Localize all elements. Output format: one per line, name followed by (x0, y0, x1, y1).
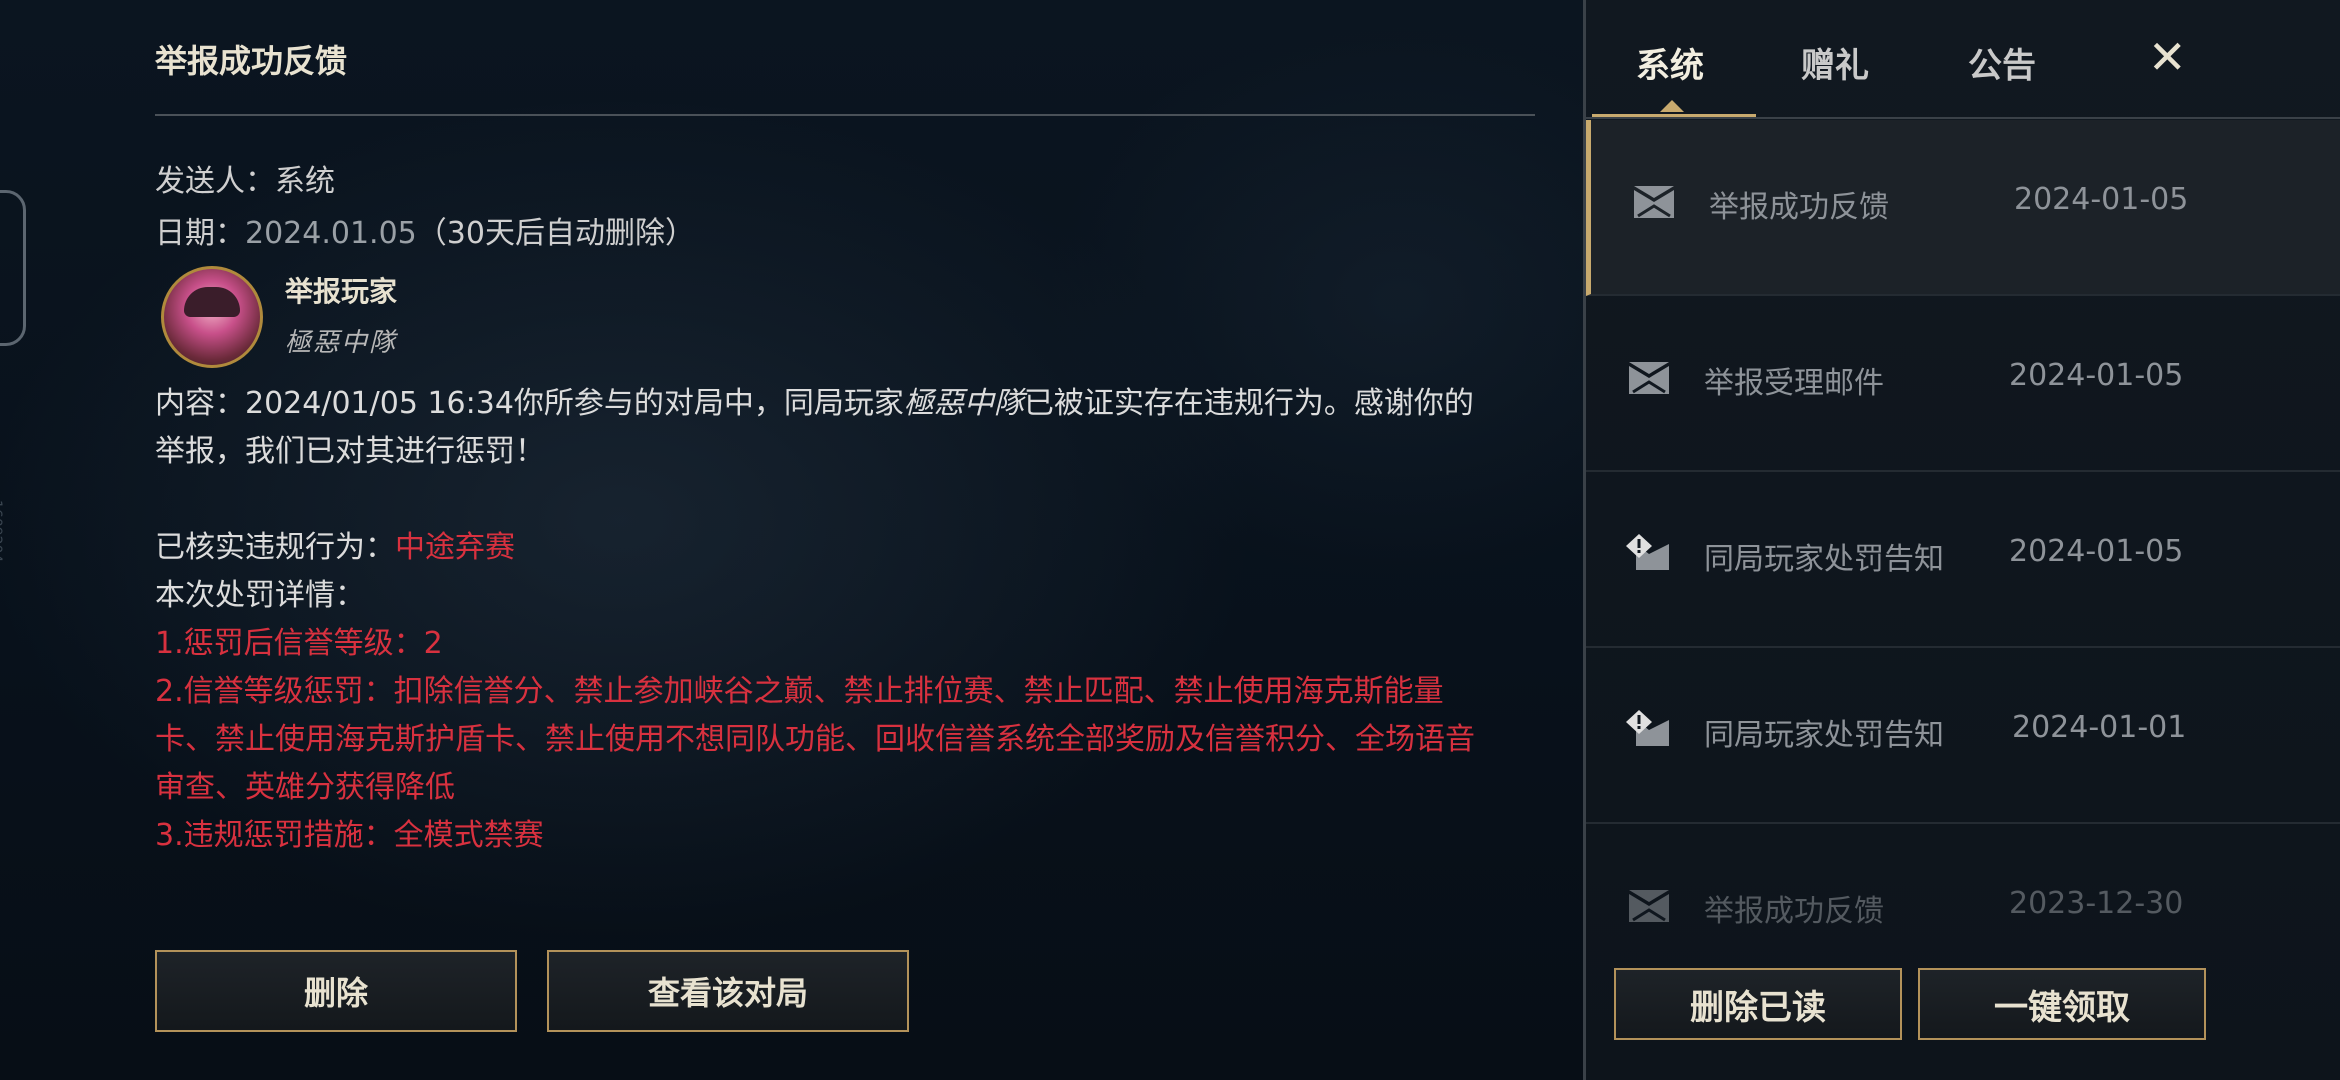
mail-item-title: 举报成功反馈 (1709, 190, 1889, 225)
tab-system[interactable]: 系统 (1636, 38, 1704, 87)
hexagon-frame-icon (0, 190, 26, 346)
mail-list-item[interactable]: 举报受理邮件 2024-01-05 (1586, 296, 2340, 472)
sender-value: 系统 (275, 164, 335, 199)
verified-row: 已核实违规行为：中途弃赛 (155, 524, 1495, 572)
tab-bar: 系统 赠礼 公告 ✕ (1586, 0, 2340, 119)
mail-list-item[interactable]: 同局玩家处罚告知 2024-01-05 (1586, 472, 2340, 648)
mail-list-item[interactable]: 同局玩家处罚告知 2024-01-01 (1586, 648, 2340, 824)
tabs-divider (1586, 117, 2340, 119)
content-player-name: 極惡中隊 (903, 386, 1024, 421)
mail-item-title: 同局玩家处罚告知 (1704, 542, 1944, 577)
mail-list-panel: 系统 赠礼 公告 ✕ 举报成功反馈 2024-01-05 举报受理邮件 2024… (1583, 0, 2340, 1080)
mail-item-date: 2024-01-05 (2009, 534, 2184, 569)
details-label: 本次处罚详情： (155, 578, 365, 613)
claim-all-button[interactable]: 一键领取 (1918, 968, 2206, 1040)
divider (155, 114, 1535, 116)
sender-row: 发送人：系统 (155, 156, 335, 200)
mail-list-item[interactable]: 举报成功反馈 2024-01-05 (1586, 120, 2340, 296)
mail-item-date: 2024-01-01 (2012, 710, 2187, 745)
warning-envelope-icon (1626, 710, 1669, 746)
mail-item-title: 同局玩家处罚告知 (1704, 718, 1944, 753)
active-tab-caret-icon (1660, 100, 1684, 112)
mail-item-date: 2023-12-30 (2009, 886, 2184, 921)
sender-label: 发送人： (155, 164, 275, 199)
envelope-icon (1629, 362, 1669, 394)
penalty-detail-3: 3.违规惩罚措施：全模式禁赛 (155, 818, 544, 853)
mail-title: 举报成功反馈 (155, 42, 348, 80)
verified-value: 中途弃赛 (395, 530, 515, 565)
envelope-icon (1629, 890, 1669, 922)
player-avatar[interactable] (161, 266, 263, 368)
mail-item-date: 2024-01-05 (2009, 358, 2184, 393)
delete-button[interactable]: 删除 (155, 950, 517, 1032)
content-label: 内容： (155, 386, 245, 421)
date-value: 2024.01.05 (245, 216, 417, 251)
tab-gift[interactable]: 赠礼 (1801, 38, 1869, 87)
side-id-text: 1609204 (0, 500, 4, 563)
content-text-1: 2024/01/05 16:34你所参与的对局中，同局玩家 (245, 386, 904, 421)
content-paragraph: 内容：2024/01/05 16:34你所参与的对局中，同局玩家極惡中隊已被证实… (155, 380, 1495, 476)
close-icon[interactable]: ✕ (2148, 30, 2187, 84)
reported-player-label: 举报玩家 (285, 275, 398, 308)
date-label: 日期： (155, 216, 245, 251)
mail-content: 内容：2024/01/05 16:34你所参与的对局中，同局玩家極惡中隊已被证实… (155, 380, 1495, 860)
view-match-button[interactable]: 查看该对局 (547, 950, 909, 1032)
mail-item-title: 举报成功反馈 (1704, 894, 1884, 929)
tab-notice[interactable]: 公告 (1968, 38, 2036, 87)
date-note: （30天后自动删除） (416, 216, 695, 251)
warning-envelope-icon (1626, 534, 1669, 570)
mail-item-date: 2024-01-05 (2014, 182, 2189, 217)
envelope-icon (1634, 186, 1674, 218)
delete-read-button[interactable]: 删除已读 (1614, 968, 1902, 1040)
date-row: 日期：2024.01.05（30天后自动删除） (155, 208, 695, 252)
penalty-detail-2: 2.信誉等级惩罚：扣除信誉分、禁止参加峡谷之巅、禁止排位赛、禁止匹配、禁止使用海… (155, 674, 1475, 805)
mail-item-title: 举报受理邮件 (1704, 366, 1884, 401)
verified-label: 已核实违规行为： (155, 530, 395, 565)
penalty-detail-1: 1.惩罚后信誉等级：2 (155, 626, 443, 661)
reported-player-name: 極惡中隊 (285, 328, 398, 358)
mail-detail-panel: 举报成功反馈 发送人：系统 日期：2024.01.05（30天后自动删除） 举报… (155, 0, 1535, 1080)
